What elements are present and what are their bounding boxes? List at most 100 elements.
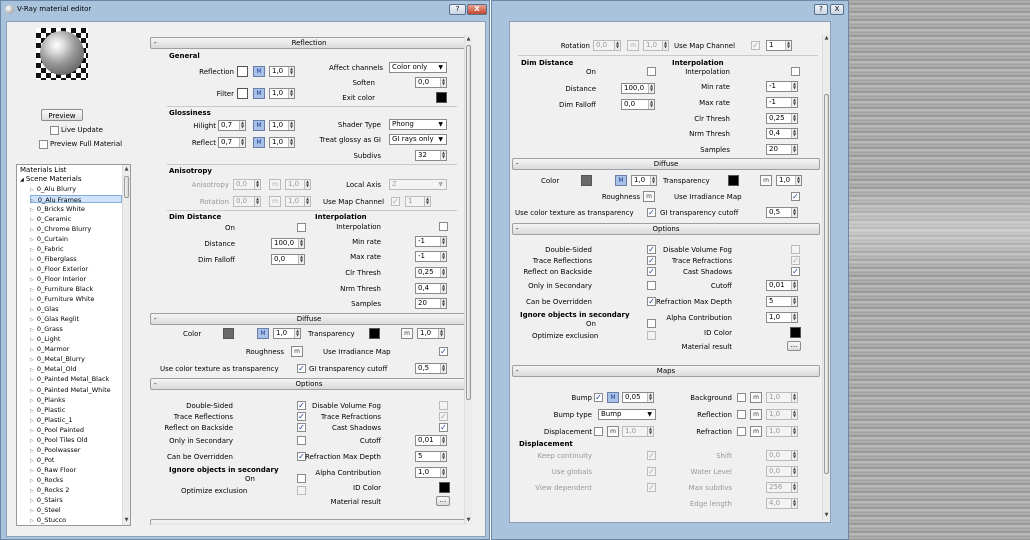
material-list-item[interactable]: ▷ 0_Fiberglass [30,255,122,264]
displacement-map-button[interactable]: m [607,426,619,437]
transparency-map-button[interactable]: m [401,328,413,339]
subdivs-spinner[interactable]: 32 ▲ ▼ [415,150,447,161]
material-list-item[interactable]: ▷ 0_Pool Tiles Old [30,436,122,445]
treat-glossy-dropdown[interactable]: GI rays only ▼ [389,134,447,145]
material-list-item[interactable]: ▷ 0_Glas [30,305,122,314]
material-list-item[interactable]: ▷ 0_Metal_Old [30,365,122,374]
expand-arrow-icon[interactable]: ▷ [30,518,34,524]
expand-arrow-icon[interactable]: ▷ [31,198,35,204]
spinner-arrows-icon[interactable]: ▲ ▼ [440,364,446,373]
samples-spinner[interactable]: 20 ▲ ▼ [415,298,447,309]
cutoff-spinner[interactable]: 0,01 ▲ ▼ [766,280,798,291]
spinner-arrows-icon[interactable]: ▲ ▼ [791,297,797,306]
scrollbar-thumb[interactable] [824,94,829,474]
spinner-arrows-icon[interactable]: ▲ ▼ [648,100,654,109]
rotation-map-button[interactable]: m [627,40,639,51]
spinner-arrows-icon[interactable]: ▲ ▼ [298,255,304,264]
expand-arrow-icon[interactable]: ▷ [30,217,34,223]
rotation-spinner[interactable]: 0,0 ▲ ▼ [233,196,261,207]
cast-shadows-checkbox[interactable]: ✓ [439,423,448,432]
spinner-arrows-icon[interactable]: ▲ ▼ [304,180,310,189]
spinner-arrows-icon[interactable]: ▲ ▼ [791,114,797,123]
close-button[interactable]: X [467,4,487,15]
scrollbar-thumb[interactable] [124,176,129,198]
preview-full-checkbox[interactable] [39,140,48,149]
material-result-button[interactable]: ... [436,496,450,506]
rotation-spinner[interactable]: 0,0 ▲ ▼ [593,40,621,51]
refraction-map-button[interactable]: m [750,426,762,437]
materials-list[interactable]: Materials List ◢ Scene Materials ▷ 0_Alu B… [16,164,131,526]
filter-multiplier-spinner[interactable]: 1,0 ▲ ▼ [269,88,295,99]
spinner-arrows-icon[interactable]: ▲ ▼ [288,67,294,76]
expand-arrow-icon[interactable]: ▷ [30,398,34,404]
spinner-arrows-icon[interactable]: ▲ ▼ [254,180,260,189]
use-irradiance-checkbox[interactable]: ✓ [439,347,448,356]
material-list-item[interactable]: ▷ 0_Grass [30,325,122,334]
spinner-arrows-icon[interactable]: ▲ ▼ [424,197,430,206]
material-list-item[interactable]: ▷ 0_Plastic [30,406,122,415]
diffuse-multiplier-spinner[interactable]: 1,0 ▲ ▼ [273,328,301,339]
refraction-max-depth-spinner[interactable]: 5 ▲ ▼ [766,296,798,307]
diffuse-color-swatch[interactable] [223,328,234,339]
diffuse-header[interactable]: - Diffuse [512,158,820,170]
use-color-tex-checkbox[interactable]: ✓ [647,208,656,217]
material-list-item[interactable]: ▷ 0_Plastic_1 [30,416,122,425]
expand-arrow-icon[interactable]: ▷ [30,428,34,434]
expand-arrow-icon[interactable]: ▷ [30,458,34,464]
use-color-tex-checkbox[interactable]: ✓ [297,364,306,373]
reflection-color-swatch[interactable] [237,66,248,77]
anisotropy-multiplier-spinner[interactable]: 1,0 ▲ ▼ [285,179,311,190]
expand-arrow-icon[interactable]: ▷ [30,267,34,273]
options-header[interactable]: - Options [512,223,820,235]
reflection-map-checkbox[interactable] [737,410,746,419]
material-list-item[interactable]: ▷ 0_Chrome Blurry [30,225,122,234]
scroll-down-icon[interactable]: ▼ [823,511,830,520]
refraction-map-amount-spinner[interactable]: 1,0 ▲ ▼ [766,426,798,437]
max-rate-spinner[interactable]: -1 ▲ ▼ [766,97,798,108]
expand-arrow-icon[interactable]: ▷ [30,247,34,253]
scroll-up-icon[interactable]: ▲ [465,35,472,44]
spinner-arrows-icon[interactable]: ▲ ▼ [294,329,300,338]
spinner-arrows-icon[interactable]: ▲ ▼ [647,393,653,402]
expand-arrow-icon[interactable]: ▷ [30,277,34,283]
material-list-item[interactable]: ▷ 0_Bricks White [30,205,122,214]
scroll-down-icon[interactable]: ▼ [123,516,130,525]
spinner-arrows-icon[interactable]: ▲ ▼ [791,499,797,508]
reflect-on-backside-checkbox[interactable]: ✓ [647,267,656,276]
view-dependent-checkbox[interactable]: ✓ [647,483,656,492]
hilight-spinner[interactable]: 0,7 ▲ ▼ [218,120,246,131]
displacement-amount-spinner[interactable]: 1,0 ▲ ▼ [622,426,654,437]
cast-shadows-checkbox[interactable]: ✓ [791,267,800,276]
background-checkbox[interactable] [737,393,746,402]
gi-transparency-spinner[interactable]: 0,5 ▲ ▼ [415,363,447,374]
material-list-item[interactable]: ▷ 0_Fabric [30,245,122,254]
transparency-multiplier-spinner[interactable]: 1,0 ▲ ▼ [417,328,445,339]
spinner-arrows-icon[interactable]: ▲ ▼ [239,138,245,147]
expand-arrow-icon[interactable]: ▷ [30,297,34,303]
expand-arrow-icon[interactable]: ▷ [30,317,34,323]
spinner-arrows-icon[interactable]: ▲ ▼ [440,78,446,87]
trace-refractions-checkbox[interactable]: ✓ [439,412,448,421]
spinner-arrows-icon[interactable]: ▲ ▼ [791,98,797,107]
trace-reflections-checkbox[interactable]: ✓ [647,256,656,265]
title-bar[interactable]: V-Ray material editor ? X [1,1,489,19]
close-button[interactable]: X [830,4,844,15]
spinner-arrows-icon[interactable]: ▲ ▼ [791,145,797,154]
title-bar-2[interactable]: ? X [492,1,848,19]
expand-arrow-icon[interactable]: ▷ [30,478,34,484]
diffuse-header[interactable]: - Diffuse [150,313,468,325]
material-list-item[interactable]: ▷ 0_Stairs [30,496,122,505]
transparency-color-swatch[interactable] [728,175,739,186]
gi-transparency-spinner[interactable]: 0,5 ▲ ▼ [766,207,798,218]
hilight-multiplier-spinner[interactable]: 1,0 ▲ ▼ [269,120,295,131]
spinner-arrows-icon[interactable]: ▲ ▼ [795,176,801,185]
edge-length-spinner[interactable]: 4,0 ▲ ▼ [766,498,798,509]
alpha-contribution-spinner[interactable]: 1,0 ▲ ▼ [766,312,798,323]
material-list-item[interactable]: ▷ 0_Light [30,335,122,344]
material-list-item[interactable]: ▷ 0_Pot [30,456,122,465]
expand-arrow-icon[interactable]: ▷ [30,337,34,343]
material-list-item[interactable]: ▷ 0_Marmor [30,345,122,354]
material-list-item[interactable]: ▷ 0_Planks [30,396,122,405]
spinner-arrows-icon[interactable]: ▲ ▼ [440,268,446,277]
reflect-on-backside-checkbox[interactable]: ✓ [297,423,306,432]
